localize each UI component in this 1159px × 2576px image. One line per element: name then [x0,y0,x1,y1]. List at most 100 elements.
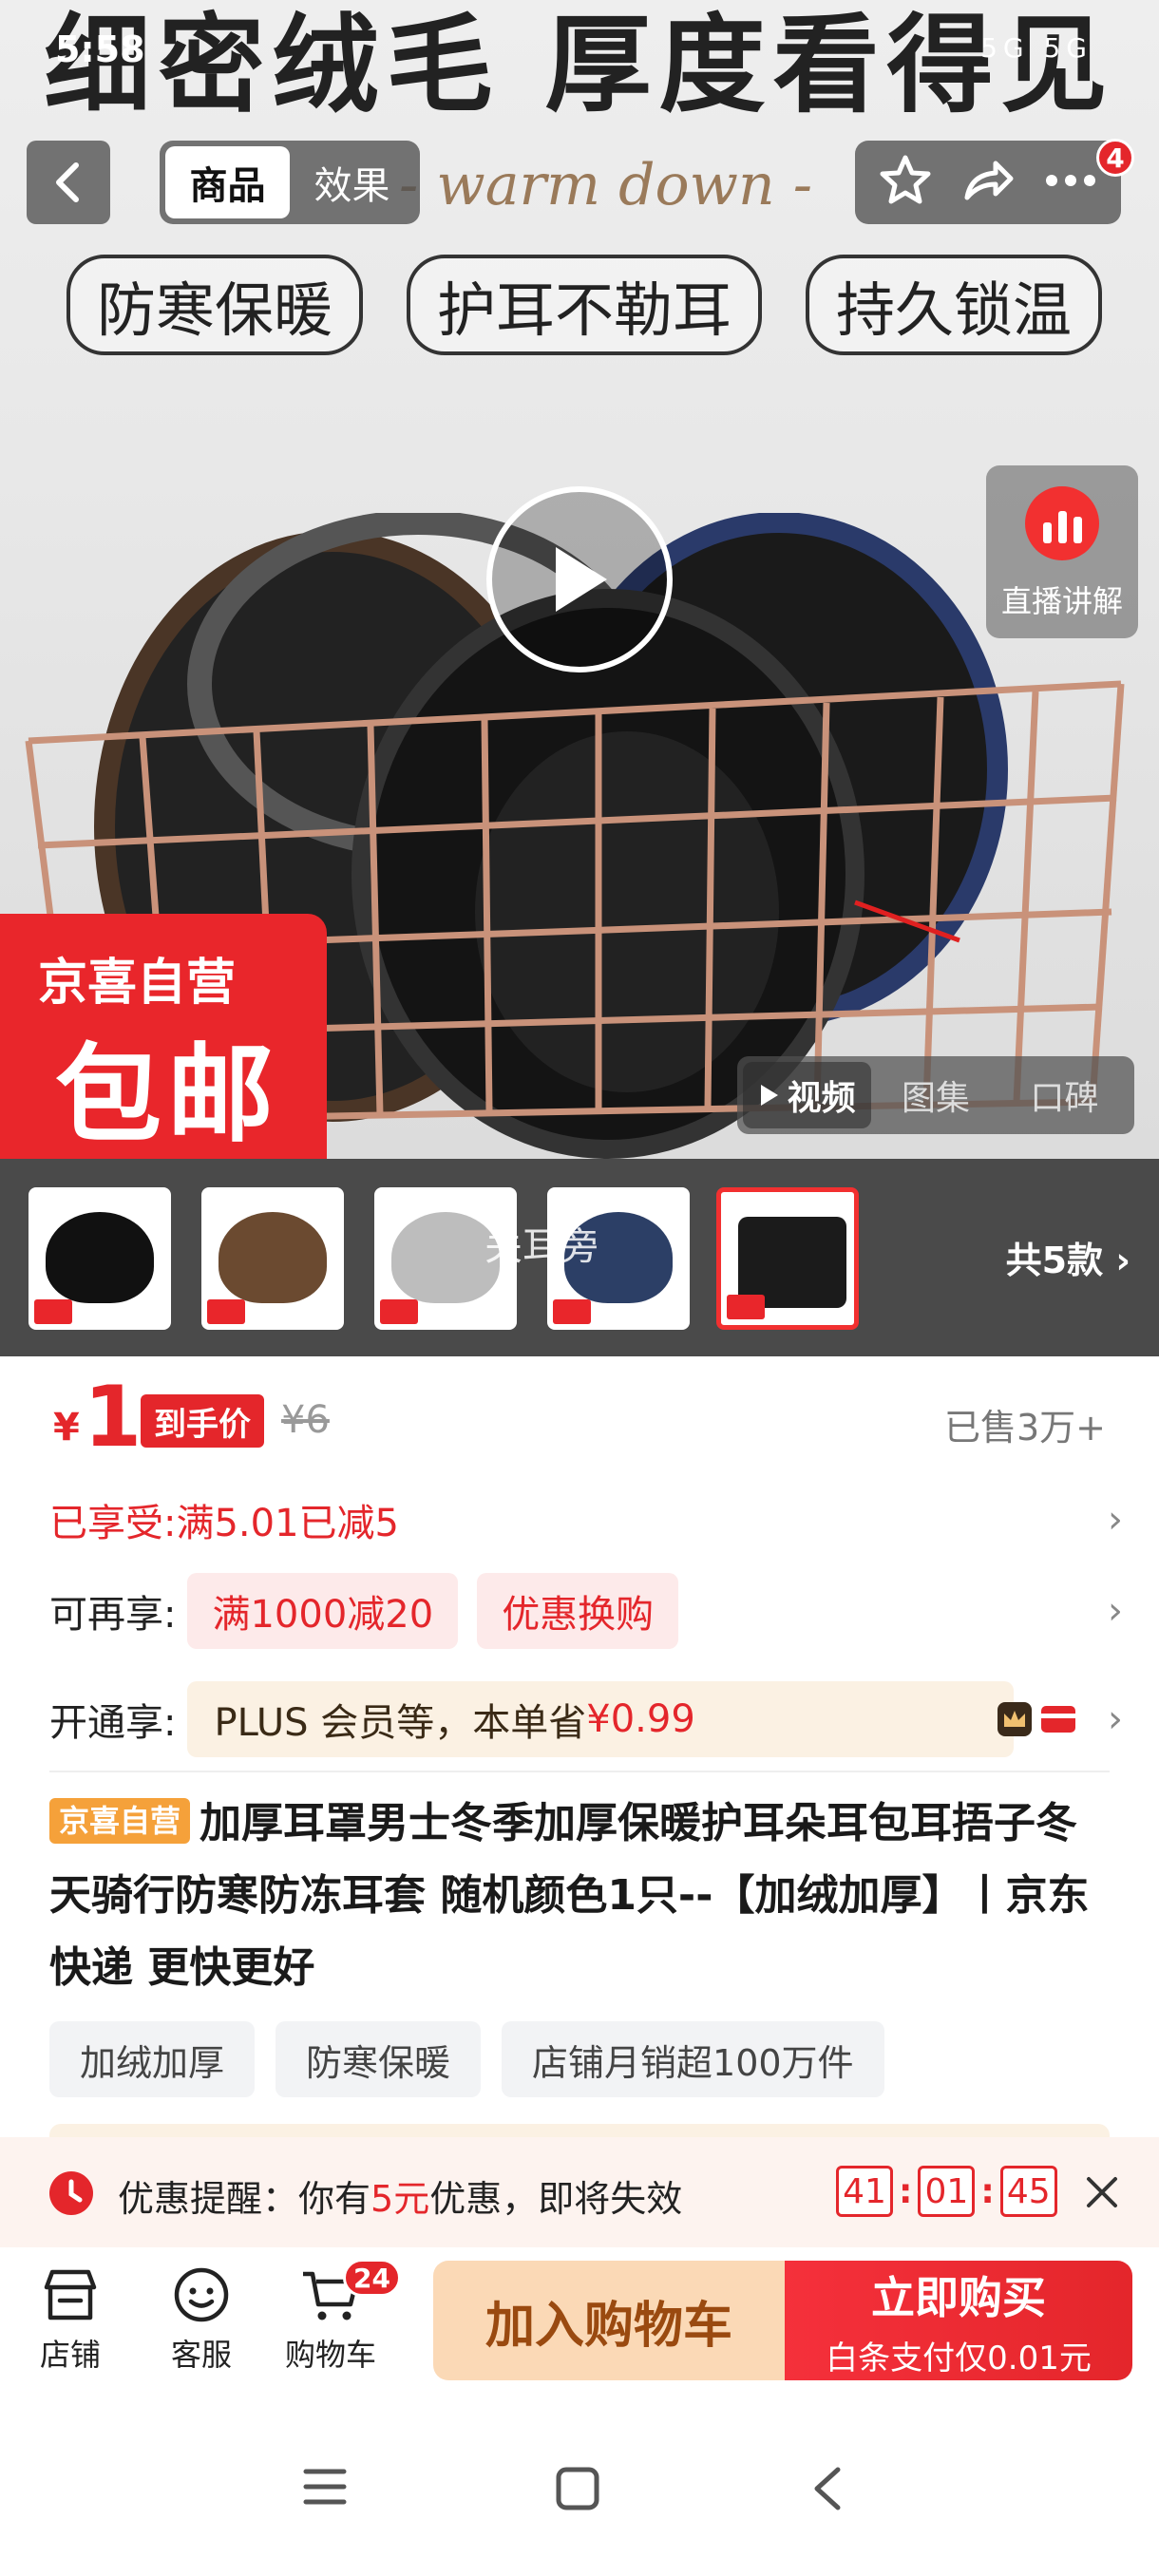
variant-thumb[interactable] [28,1187,171,1330]
store-button[interactable]: 店铺 [13,2266,127,2375]
earmuff-thumb-image [218,1212,327,1303]
back-triangle-icon[interactable] [809,2466,847,2515]
plus-label: 开通享: [49,1701,177,1745]
close-icon[interactable] [1085,2166,1119,2221]
thumb-tag [207,1299,245,1324]
live-bars-icon [1025,486,1099,560]
more-promos-label: 可再享: [49,1593,177,1637]
plus-text: PLUS 会员等，本单省 [214,1701,587,1745]
thumb-tag [34,1299,72,1324]
hero-tag: 护耳不勒耳 [406,255,762,355]
countdown-timer: 41 : 01 : 45 [836,2166,1057,2217]
timer-seconds: 45 [999,2166,1057,2217]
jingxi-free-shipping-badge: 京喜自营 包邮 [0,914,327,1159]
hero-tags: 防寒保暖 护耳不勒耳 持久锁温 [66,255,1102,355]
thumb-tag [553,1299,591,1324]
thumb-tag [727,1295,765,1319]
earmuff-thumb-image [391,1212,500,1303]
add-to-cart-button[interactable]: 加入购物车 [433,2261,785,2380]
variant-count-label: 共5款 [1005,1240,1104,1281]
plus-member-row[interactable]: 开通享: PLUS 会员等，本单省 ¥0.99 › [49,1681,1123,1757]
store-label: 店铺 [39,2337,101,2373]
variant-count-link[interactable]: 共5款 › [1006,1231,1130,1283]
service-label: 客服 [170,2337,232,2373]
card-icon [1041,1706,1075,1733]
store-icon [39,2266,102,2323]
play-icon [556,547,607,612]
variant-thumbnail-strip: 关耳旁 共5款 › [0,1159,1159,1356]
tab-video[interactable]: 视频 [743,1062,872,1128]
tab-effect[interactable]: 效果 [290,146,414,218]
status-time: 5:58 [55,28,145,70]
more-promos-row[interactable]: 可再享: 满1000减20 优惠换购 › [49,1573,1123,1649]
badge-top-text: 京喜自营 [38,955,237,1012]
cart-button[interactable]: 24 购物车 [274,2259,401,2375]
status-network: 5G 5G [980,32,1092,64]
tab-reviews[interactable]: 口碑 [1000,1062,1129,1128]
tab-video-label: 视频 [787,1079,856,1118]
chevron-right-icon: › [1108,1697,1123,1741]
plus-chip[interactable]: PLUS 会员等，本单省 ¥0.99 [187,1681,1015,1757]
enjoyed-label: 已享受: [49,1502,177,1545]
product-title-text: 加厚耳罩男士冬季加厚保暖护耳朵耳包耳捂子冬天骑行防寒防冻耳套 随机颜色1只--【… [49,1799,1090,1992]
coupon-reminder-bar[interactable]: 优惠提醒：你有5元优惠，即将失效 41 : 01 : 45 [0,2137,1159,2247]
hero-tag: 防寒保暖 [66,255,364,355]
original-price: ¥6 [281,1398,330,1442]
share-icon[interactable] [960,152,1016,213]
favorite-star-icon[interactable] [877,152,934,213]
home-square-icon[interactable] [555,2466,600,2515]
crown-icon [998,1702,1032,1736]
variant-thumb[interactable] [201,1187,344,1330]
back-button[interactable] [27,141,110,224]
play-video-button[interactable] [486,486,673,672]
service-face-icon [170,2266,233,2323]
status-bar: 5:58 5G 5G [0,28,1159,82]
more-notification-badge: 4 [1096,139,1134,177]
more-dots-icon[interactable] [1042,171,1099,194]
menu-icon[interactable] [302,2466,348,2511]
chevron-right-icon: › [1108,1589,1123,1633]
nav-actions [855,141,1121,224]
feature-tag[interactable]: 加绒加厚 [49,2021,256,2097]
buy-now-subtext: 白条支付仅0.01元 [826,2339,1092,2377]
play-small-icon [760,1085,778,1106]
feature-tags: 加绒加厚 防寒保暖 店铺月销超100万件 [49,2021,884,2097]
live-explain-label: 直播讲解 [1000,583,1123,619]
tab-product[interactable]: 商品 [165,146,290,218]
price-value: 1 [84,1368,142,1466]
customer-service-button[interactable]: 客服 [144,2266,258,2375]
live-explain-button[interactable]: 直播讲解 [986,465,1138,638]
cart-count-badge: 24 [343,2259,401,2297]
enjoyed-promo-row[interactable]: 已享受: 满5.01已减5 › [49,1482,1123,1558]
coupon-chip[interactable]: 满1000减20 [187,1573,459,1649]
timer-hours: 41 [836,2166,893,2217]
hero-subline: - warm down - [399,152,812,218]
reminder-suffix: 优惠，即将失效 [429,2178,683,2220]
feature-tag[interactable]: 防寒保暖 [276,2021,482,2097]
buy-now-label: 立即购买 [871,2271,1046,2323]
price-row: ¥ 1 到手价 ¥6 已售3万+ [0,1356,1159,1476]
plus-amount: ¥0.99 [586,1697,695,1741]
back-arrow-icon [56,162,79,202]
tab-gallery[interactable]: 图集 [871,1062,999,1128]
buy-now-button[interactable]: 立即购买 白条支付仅0.01元 [785,2261,1132,2380]
trade-in-chip[interactable]: 优惠换购 [477,1573,679,1649]
feature-tag[interactable]: 店铺月销超100万件 [502,2021,884,2097]
variant-thumb-selected[interactable] [716,1187,859,1330]
timer-minutes: 01 [918,2166,976,2217]
timer-separator: : [980,2171,995,2211]
product-title: 京喜自营 加厚耳罩男士冬季加厚保暖护耳朵耳包耳捂子冬天骑行防寒防冻耳套 随机颜色1… [49,1788,1113,2004]
system-navigation-bar [0,2390,1159,2576]
badge-big-text: 包邮 [55,1033,279,1157]
media-tabs: 视频 图集 口碑 [737,1056,1134,1134]
chevron-right-icon: › [1115,1240,1130,1281]
sold-count: 已售3万+ [943,1407,1106,1449]
reminder-text: 优惠提醒：你有5元优惠，即将失效 [118,2169,682,2222]
cart-icon: 24 [299,2259,401,2323]
hero-tag: 持久锁温 [805,255,1102,355]
timer-separator: : [899,2171,913,2211]
enjoyed-value: 满5.01已减5 [176,1502,399,1545]
bottom-action-bar: 店铺 客服 24 购物车 加入购物车 立即购买 白条支付仅0.01元 [0,2247,1159,2390]
final-price-tag: 到手价 [141,1394,264,1448]
product-effect-segment: 商品 效果 [160,141,420,224]
